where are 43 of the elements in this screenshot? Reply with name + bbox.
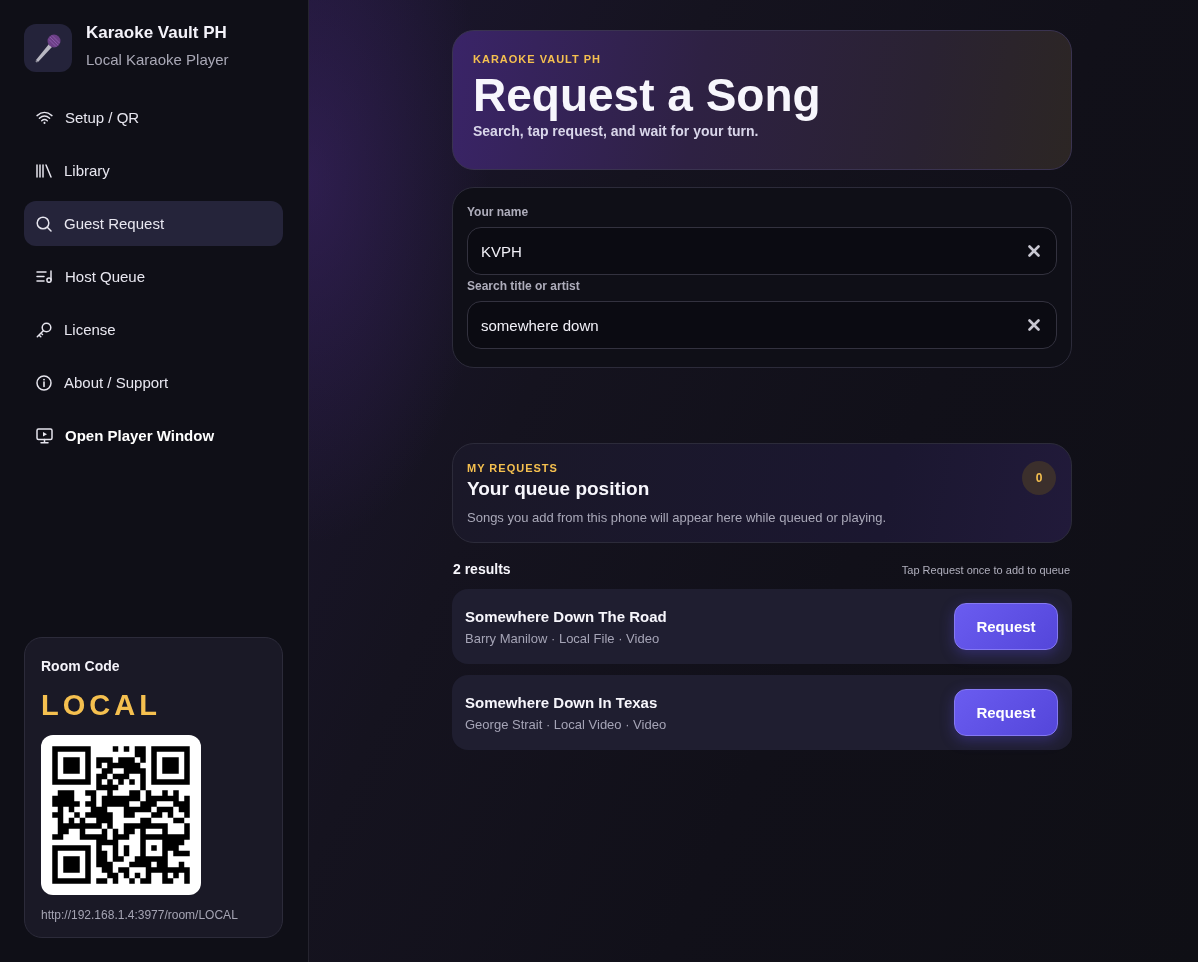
song-title: Somewhere Down In Texas: [465, 692, 659, 712]
song-title: Somewhere Down The Road: [465, 606, 667, 626]
nav-item[interactable]: Host Queue: [24, 254, 283, 299]
results-count: 2 results: [453, 560, 511, 578]
close-icon: [1028, 245, 1040, 257]
room-heading: Room Code: [41, 657, 121, 675]
brand-title: Karaoke Vault PH: [86, 22, 228, 44]
monitor-icon: [36, 427, 53, 444]
field-label: Your name: [467, 204, 529, 220]
search-icon: [36, 215, 52, 232]
request-button[interactable]: Request: [954, 689, 1058, 736]
song-meta: Barry Manilow · Local File · Video: [465, 629, 661, 647]
key-icon: [36, 321, 52, 338]
song-meta: George Strait · Local Video · Video: [465, 715, 667, 733]
clear-button[interactable]: [1028, 245, 1040, 257]
close-icon: [1028, 319, 1040, 331]
room-url: http://192.168.1.4:3977/room/LOCAL: [41, 907, 239, 923]
request-button[interactable]: Request: [954, 603, 1058, 650]
room-code: LOCAL: [41, 689, 161, 721]
count-badge: 0: [1022, 461, 1056, 495]
clear-button[interactable]: [1028, 319, 1040, 331]
nav-item[interactable]: License: [24, 307, 283, 352]
header-eyebrow: KARAOKE VAULT PH: [473, 52, 602, 66]
nav-item[interactable]: Open Player Window: [24, 413, 283, 458]
requests-eyebrow: MY REQUESTS: [467, 461, 558, 475]
nav-item[interactable]: Library: [24, 148, 283, 193]
nav-item[interactable]: Guest Request: [24, 201, 283, 246]
page-title: Request a Song: [473, 69, 821, 121]
page-subtitle: Search, tap request, and wait for your turn.: [473, 122, 759, 140]
results-hint: Tap Request once to add to queue: [901, 563, 1070, 577]
nav-item[interactable]: About / Support: [24, 360, 283, 405]
queue-icon: [36, 270, 53, 283]
wifi-icon: [36, 111, 53, 124]
brand-subtitle: Local Karaoke Player: [86, 50, 229, 70]
field-label: Search title or artist: [467, 278, 580, 294]
info-icon: [36, 374, 52, 391]
search-field[interactable]: somewhere down: [467, 301, 1057, 349]
microphone-icon: [24, 24, 72, 72]
name-field[interactable]: KVPH: [467, 227, 1057, 275]
requests-description: Songs you add from this phone will appear here while queued or playing.: [467, 509, 887, 527]
requests-title: Your queue position: [467, 477, 651, 501]
nav-item[interactable]: Setup / QR: [24, 95, 283, 140]
library-icon: [36, 163, 52, 178]
